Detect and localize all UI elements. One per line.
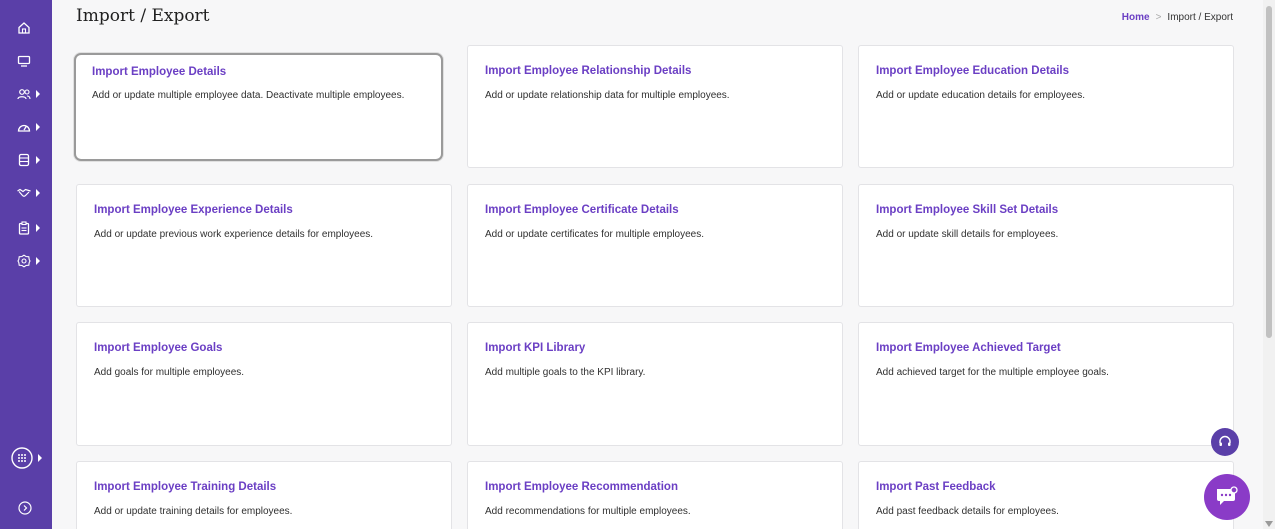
card-title: Import Employee Details [92,66,227,78]
chevron-right-icon [36,123,40,131]
card-title: Import Employee Goals [94,342,223,354]
expand-sidebar-icon [18,501,32,515]
settings-icon [17,254,31,268]
card-title: Import Past Feedback [876,481,996,493]
card-title: Import Employee Training Details [94,481,277,493]
card-import-experience-details[interactable]: Import Employee Experience Details Add o… [76,184,452,307]
sidebar [0,0,52,529]
card-import-relationship-details[interactable]: Import Employee Relationship Details Add… [467,45,843,168]
card-description: Add or update relationship data for mult… [485,90,730,101]
sidebar-item-home[interactable] [0,15,52,41]
card-import-education-details[interactable]: Import Employee Education Details Add or… [858,45,1234,168]
breadcrumb-separator: > [1155,12,1162,23]
headset-icon [1219,435,1231,446]
card-title: Import Employee Achieved Target [876,342,1061,354]
scroll-down-arrow-icon[interactable] [1265,521,1273,527]
card-import-achieved-target[interactable]: Import Employee Achieved Target Add achi… [858,322,1234,446]
monitor-icon [17,55,31,67]
chevron-right-icon [36,224,40,232]
card-description: Add recommendations for multiple employe… [485,506,691,517]
card-import-employee-details[interactable]: Import Employee Details Add or update mu… [74,53,443,161]
sidebar-item-users[interactable] [0,81,52,107]
clipboard-icon [18,221,30,235]
card-title: Import Employee Experience Details [94,204,293,216]
sidebar-item-handshake[interactable] [0,180,52,206]
card-description: Add or update skill details for employee… [876,229,1059,240]
sidebar-item-clipboard[interactable] [0,215,52,241]
card-import-recommendation[interactable]: Import Employee Recommendation Add recom… [467,461,843,529]
card-title: Import Employee Relationship Details [485,65,692,77]
card-description: Add or update training details for emplo… [94,506,293,517]
vertical-scrollbar[interactable] [1263,0,1275,529]
scrollbar-thumb[interactable] [1266,6,1272,338]
card-description: Add or update previous work experience d… [94,229,374,240]
card-title: Import KPI Library [485,342,586,354]
card-description: Add or update education details for empl… [876,90,1086,101]
support-button[interactable] [1211,428,1239,456]
breadcrumb-current: Import / Export [1167,12,1233,23]
card-description: Add multiple goals to the KPI library. [485,367,646,378]
card-title: Import Employee Certificate Details [485,204,679,216]
home-icon [18,22,30,34]
card-title: Import Employee Recommendation [485,481,678,493]
card-import-certificate-details[interactable]: Import Employee Certificate Details Add … [467,184,843,307]
chevron-right-icon [36,90,40,98]
handshake-icon [17,188,31,197]
chevron-right-icon [38,454,42,462]
chat-icon [1217,486,1238,505]
chevron-right-icon [36,189,40,197]
dashboard-gauge-icon [17,124,31,132]
database-icon [18,153,30,167]
card-import-past-feedback[interactable]: Import Past Feedback Add past feedback d… [858,461,1234,529]
card-description: Add or update multiple employee data. De… [92,90,405,101]
sidebar-item-dashboard[interactable] [0,114,52,140]
apps-grid-icon [11,447,33,469]
card-title: Import Employee Skill Set Details [876,204,1059,216]
sidebar-expand-toggle[interactable] [0,495,52,521]
sidebar-item-database[interactable] [0,147,52,173]
chat-button[interactable] [1204,474,1250,520]
card-import-kpi-library[interactable]: Import KPI Library Add multiple goals to… [467,322,843,446]
card-import-employee-goals[interactable]: Import Employee Goals Add goals for mult… [76,322,452,446]
sidebar-item-settings[interactable] [0,248,52,274]
card-description: Add goals for multiple employees. [94,367,245,378]
card-description: Add or update certificates for multiple … [485,229,704,240]
sidebar-item-monitor[interactable] [0,48,52,74]
page-title: Import / Export [76,6,210,26]
chevron-right-icon [36,257,40,265]
card-description: Add achieved target for the multiple emp… [876,367,1109,378]
sidebar-item-apps[interactable] [0,445,52,471]
chevron-right-icon [36,156,40,164]
breadcrumb: Home > Import / Export [1122,12,1233,23]
card-description: Add past feedback details for employees. [876,506,1059,517]
card-import-skill-set-details[interactable]: Import Employee Skill Set Details Add or… [858,184,1234,307]
card-title: Import Employee Education Details [876,65,1069,77]
breadcrumb-home-link[interactable]: Home [1122,12,1150,23]
card-import-training-details[interactable]: Import Employee Training Details Add or … [76,461,452,529]
users-icon [17,89,31,100]
